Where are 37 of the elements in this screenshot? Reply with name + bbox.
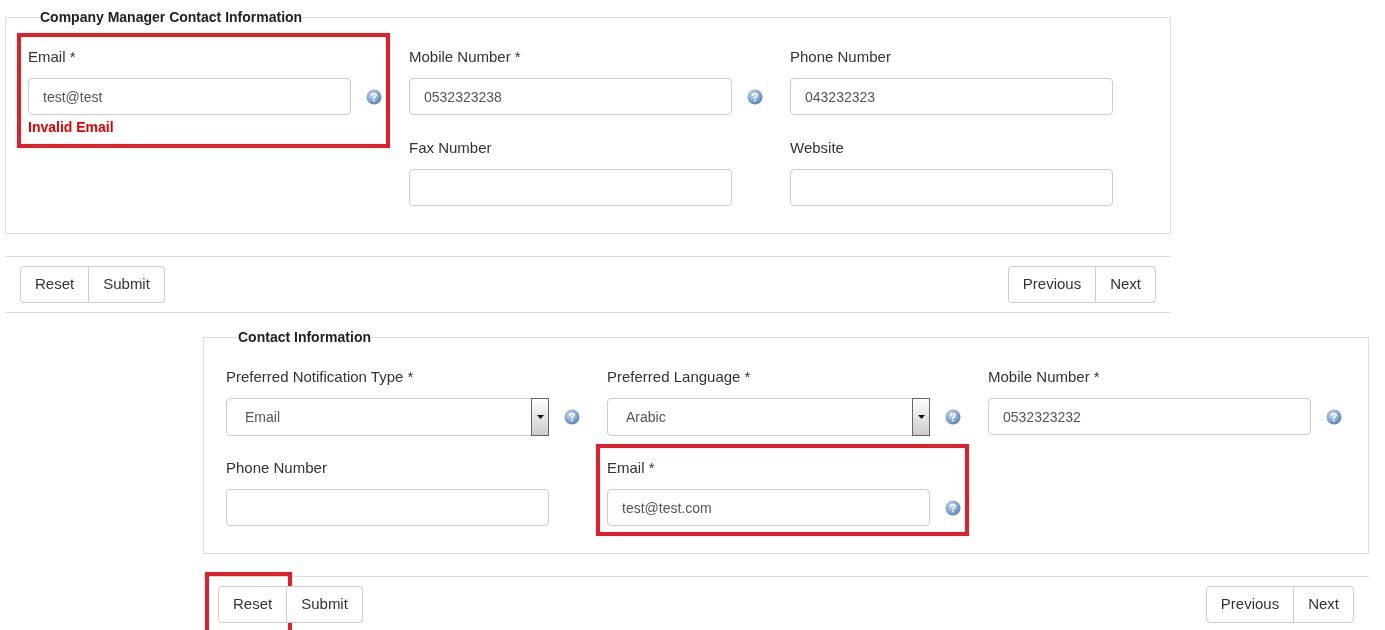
help-icon[interactable] — [945, 409, 961, 425]
field-label: Phone Number — [226, 458, 328, 478]
field-label: Preferred Language * — [607, 367, 752, 387]
form-button[interactable]: Submit — [89, 266, 165, 303]
field-label: Mobile Number * — [988, 367, 1101, 387]
field-label: Website — [790, 138, 845, 158]
field-label: Fax Number — [409, 138, 493, 158]
help-icon[interactable] — [564, 409, 580, 425]
text-field[interactable] — [790, 169, 1113, 206]
field-label: Email * — [607, 458, 656, 478]
text-field[interactable]: 043232323 — [790, 78, 1113, 115]
text-field[interactable]: test@test — [28, 78, 351, 115]
text-field[interactable] — [226, 489, 549, 526]
help-icon[interactable] — [945, 499, 961, 516]
field-label: Preferred Notification Type * — [226, 367, 415, 387]
help-icon[interactable] — [366, 88, 382, 105]
text-field[interactable]: test@test.com — [607, 489, 930, 526]
form-button[interactable]: Next — [1096, 266, 1156, 303]
form-button[interactable]: Next — [1294, 586, 1354, 623]
form-button[interactable]: Reset — [20, 266, 90, 303]
help-icon[interactable] — [1326, 408, 1342, 425]
form-button[interactable]: Submit — [287, 586, 363, 623]
form-button[interactable]: Previous — [1205, 586, 1295, 623]
error-message: Invalid Email — [28, 119, 114, 135]
form-button[interactable]: Reset — [218, 586, 288, 623]
dropdown[interactable]: Arabic — [607, 398, 930, 436]
dropdown[interactable]: Email — [226, 398, 549, 436]
text-field[interactable]: 0532323232 — [988, 398, 1311, 435]
field-label: Email * — [28, 47, 77, 67]
field-label: Phone Number — [790, 47, 892, 67]
help-icon[interactable] — [747, 88, 763, 105]
form-button[interactable]: Previous — [1007, 266, 1097, 303]
section-legend: Contact Information — [238, 329, 371, 345]
text-field[interactable] — [409, 169, 732, 206]
text-field[interactable]: 0532323238 — [409, 78, 732, 115]
section-legend: Company Manager Contact Information — [40, 9, 303, 25]
field-label: Mobile Number * — [409, 47, 522, 67]
